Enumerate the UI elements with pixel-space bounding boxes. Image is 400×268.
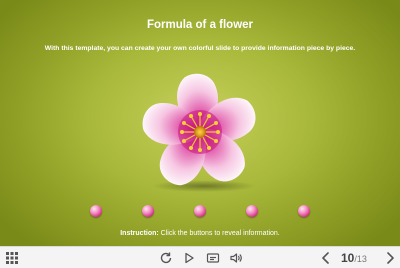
slide-subtitle: With this template, you can create your …	[44, 45, 356, 52]
slide-canvas: Formula of a flower With this template, …	[0, 0, 400, 246]
play-icon[interactable]	[182, 251, 196, 265]
reveal-button-1[interactable]	[90, 205, 102, 217]
replay-icon[interactable]	[159, 251, 173, 265]
total-slides: /13	[354, 254, 367, 264]
reveal-button-2[interactable]	[142, 205, 154, 217]
instruction-text: Instruction: Click the buttons to reveal…	[0, 230, 400, 237]
instruction-label: Instruction:	[120, 230, 159, 237]
grid-menu-icon[interactable]	[5, 251, 19, 265]
chevron-right-icon[interactable]	[383, 251, 397, 265]
volume-icon[interactable]	[229, 251, 243, 265]
slide-counter: 10/13	[341, 250, 367, 266]
reveal-button-5[interactable]	[298, 205, 310, 217]
flower-illustration	[142, 73, 256, 192]
reveal-button-3[interactable]	[194, 205, 206, 217]
current-slide-number: 10	[341, 251, 355, 265]
chevron-left-icon[interactable]	[319, 251, 333, 265]
subtitles-icon[interactable]	[206, 251, 220, 265]
slide-title: Formula of a flower	[146, 19, 254, 31]
player-toolbar: 10/13	[0, 246, 400, 268]
reveal-button-4[interactable]	[246, 205, 258, 217]
instruction-body: Click the buttons to reveal information.	[158, 230, 280, 237]
